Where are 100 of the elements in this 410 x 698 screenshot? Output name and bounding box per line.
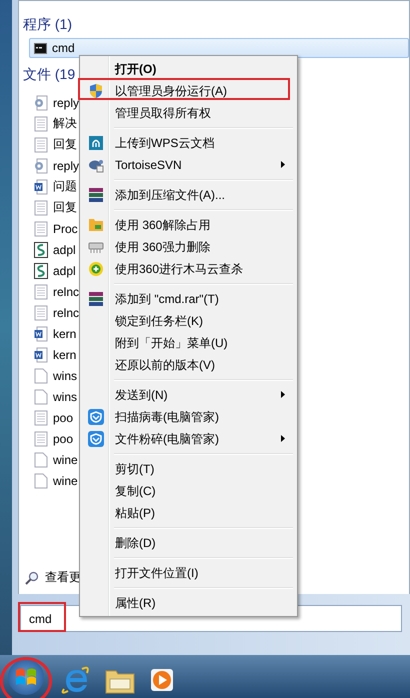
menu-item[interactable]: 锁定到任务栏(K) — [82, 310, 295, 332]
file-result[interactable]: kern — [23, 344, 76, 365]
file-result[interactable]: 回复 — [23, 134, 77, 155]
file-result[interactable]: poo — [23, 407, 74, 428]
file-result[interactable]: adpl — [23, 260, 76, 281]
menu-item[interactable]: 管理员取得所有权 — [82, 102, 295, 124]
script-file-icon — [34, 242, 48, 258]
file-result[interactable]: adpl — [23, 239, 76, 260]
browser-icon[interactable] — [60, 664, 90, 694]
menu-item[interactable]: 使用360进行木马云查杀 — [82, 258, 295, 280]
menu-item[interactable]: 使用 360强力删除 — [82, 236, 295, 258]
menu-item-label: TortoiseSVN — [115, 158, 182, 172]
archive-icon — [88, 291, 104, 307]
file-result[interactable]: wine — [23, 449, 78, 470]
menu-item[interactable]: 剪切(T) — [82, 458, 295, 480]
menu-item-label: 管理员取得所有权 — [115, 104, 211, 122]
menu-item[interactable]: TortoiseSVN — [82, 154, 295, 176]
section-heading: 文件 (19 — [23, 66, 76, 83]
file-result[interactable]: kern — [23, 323, 76, 344]
file-result[interactable]: wins — [23, 365, 78, 386]
file-result[interactable]: 问题 — [23, 176, 77, 197]
text-file-icon — [34, 284, 48, 300]
blank-file-icon — [34, 368, 48, 384]
document-icon — [34, 178, 48, 194]
file-result[interactable]: reply — [23, 155, 80, 176]
menu-item[interactable]: 打开(O) — [82, 58, 295, 80]
file-result[interactable]: 解决 — [23, 113, 77, 134]
menu-item-label: 上传到WPS云文档 — [115, 134, 214, 152]
menu-item[interactable]: 文件粉碎(电脑管家) — [82, 428, 295, 450]
menu-item[interactable]: 复制(C) — [82, 480, 295, 502]
menu-item-label: 文件粉碎(电脑管家) — [115, 430, 219, 448]
menu-item[interactable]: 以管理员身份运行(A) — [82, 80, 295, 102]
menu-item-label: 使用 360强力删除 — [115, 238, 210, 256]
submenu-arrow-icon — [281, 161, 285, 168]
program-result[interactable]: cmd — [29, 38, 409, 58]
menu-item-label: 打开文件位置(I) — [115, 564, 198, 582]
file-result[interactable]: wine — [23, 470, 78, 491]
file-result[interactable]: poo — [23, 428, 74, 449]
shredder-icon — [88, 240, 104, 254]
file-result[interactable]: Proc — [23, 218, 78, 239]
shield-icon — [88, 431, 104, 447]
text-file-icon — [34, 410, 48, 426]
shield-icon — [88, 409, 104, 425]
document-icon — [34, 346, 48, 362]
menu-item-label: 还原以前的版本(V) — [115, 356, 215, 374]
menu-item[interactable]: 扫描病毒(电脑管家) — [82, 406, 295, 428]
menu-item[interactable]: 粘贴(P) — [82, 502, 295, 524]
windows-logo-icon — [15, 666, 37, 686]
cloud-icon — [89, 136, 103, 150]
archive-icon — [88, 187, 104, 203]
blank-file-icon — [34, 472, 48, 488]
blank-file-icon — [34, 452, 48, 468]
document-icon — [34, 326, 48, 342]
file-result[interactable]: wins — [23, 386, 78, 407]
menu-item[interactable]: 删除(D) — [82, 532, 295, 554]
console-icon — [34, 42, 47, 54]
menu-item[interactable]: 打开文件位置(I) — [82, 562, 295, 584]
menu-item[interactable]: 添加到 "cmd.rar"(T) — [82, 288, 295, 310]
menu-item[interactable]: 添加到压缩文件(A)... — [82, 184, 295, 206]
blank-file-icon — [34, 388, 48, 404]
menu-item-label: 锁定到任务栏(K) — [115, 312, 203, 330]
menu-item-label: 使用360进行木马云查杀 — [115, 260, 244, 278]
menu-item[interactable]: 上传到WPS云文档 — [82, 132, 295, 154]
menu-item-label: 使用 360解除占用 — [115, 216, 210, 234]
gear-file-icon — [34, 94, 48, 110]
menu-item-label: 粘贴(P) — [115, 504, 155, 522]
file-result[interactable]: reply — [23, 92, 80, 113]
text-file-icon — [34, 200, 48, 216]
text-file-icon — [34, 220, 48, 236]
plus-icon — [88, 261, 104, 277]
script-file-icon — [34, 262, 48, 278]
text-file-icon — [34, 430, 48, 446]
file-result[interactable]: relnc — [23, 302, 80, 323]
menu-item-label: 复制(C) — [115, 482, 156, 500]
submenu-arrow-icon — [281, 391, 285, 398]
menu-item[interactable]: 还原以前的版本(V) — [82, 354, 295, 376]
search-icon — [25, 570, 39, 584]
start-button[interactable] — [8, 658, 44, 694]
menu-item-label: 发送到(N) — [115, 386, 168, 404]
shield-icon — [88, 83, 104, 99]
menu-item-label: 剪切(T) — [115, 460, 154, 478]
submenu-arrow-icon — [281, 435, 285, 442]
file-result[interactable]: relnc — [23, 281, 80, 302]
text-file-icon — [34, 136, 48, 152]
text-file-icon — [34, 304, 48, 320]
file-result[interactable]: 回复 — [23, 197, 77, 218]
turtle-icon — [88, 157, 104, 173]
menu-item-label: 打开(O) — [115, 60, 156, 78]
menu-item-label: 以管理员身份运行(A) — [115, 82, 227, 100]
menu-item-label: 删除(D) — [115, 534, 156, 552]
menu-item[interactable]: 发送到(N) — [82, 384, 295, 406]
menu-item-label: 扫描病毒(电脑管家) — [115, 408, 219, 426]
folder-icon — [88, 218, 104, 232]
menu-item-label: 添加到 "cmd.rar"(T) — [115, 290, 219, 308]
menu-item-label: 添加到压缩文件(A)... — [115, 186, 225, 204]
menu-item-label: 附到「开始」菜单(U) — [115, 334, 228, 352]
see-more-link[interactable]: 查看更 — [23, 569, 81, 586]
menu-item[interactable]: 使用 360解除占用 — [82, 214, 295, 236]
menu-item[interactable]: 附到「开始」菜单(U) — [82, 332, 295, 354]
text-file-icon — [34, 116, 48, 132]
